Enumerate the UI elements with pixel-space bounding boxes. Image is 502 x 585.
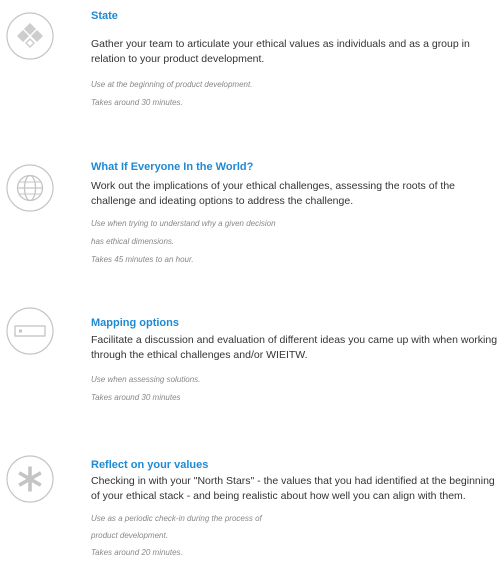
globe-icon [6,164,54,212]
method-usage-note: Use when assessing solutions. [91,375,201,384]
asterisk-icon [6,455,54,503]
method-duration-note: Takes 45 minutes to an hour. [91,255,194,264]
method-title: State [91,10,118,22]
method-usage-note: product development. [91,531,168,540]
method-title: Mapping options [91,317,179,329]
method-description: Work out the implications of your ethica… [91,180,455,207]
method-duration-note: Takes around 30 minutes [91,393,181,402]
method-duration-note: Takes around 30 minutes. [91,98,183,107]
diamond-quad-icon [6,12,54,60]
method-usage-note: Use when trying to understand why a give… [91,219,276,228]
method-usage-note: has ethical dimensions. [91,237,175,246]
method-description: Gather your team to articulate your ethi… [91,38,470,65]
method-usage-note: Use at the beginning of product developm… [91,80,253,89]
method-description: Facilitate a discussion and evaluation o… [91,334,498,361]
method-usage-note: Use as a periodic check-in during the pr… [91,514,262,523]
rectangle-card-icon [6,307,54,355]
method-title: What If Everyone In the World? [91,161,254,173]
method-duration-note: Takes around 20 minutes. [91,548,183,557]
method-description: Checking in with your "North Stars" - th… [91,475,495,502]
method-title: Reflect on your values [91,459,209,471]
